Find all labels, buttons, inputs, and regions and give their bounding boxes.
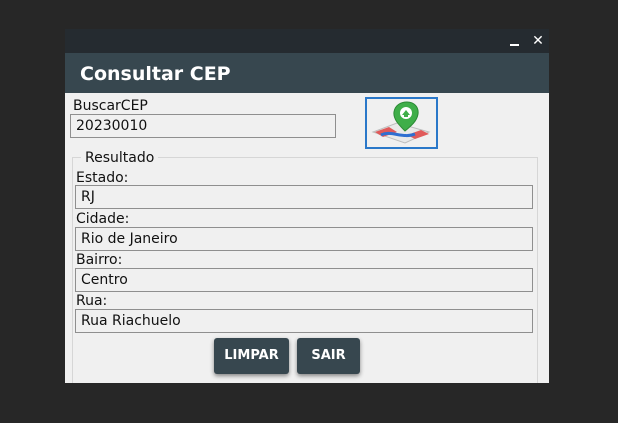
estado-field[interactable]: RJ bbox=[75, 185, 533, 209]
close-button[interactable]: ✕ bbox=[529, 32, 547, 50]
buscar-cep-label: BuscarCEP bbox=[73, 98, 148, 114]
cidade-field[interactable]: Rio de Janeiro bbox=[75, 227, 533, 251]
cep-input[interactable]: 20230010 bbox=[70, 114, 336, 138]
minimize-icon bbox=[510, 44, 519, 46]
minimize-button[interactable] bbox=[505, 32, 523, 50]
rua-label: Rua: bbox=[76, 293, 108, 309]
bairro-label: Bairro: bbox=[76, 252, 123, 268]
bairro-field[interactable]: Centro bbox=[75, 268, 533, 292]
consultar-cep-window: ✕ Consultar CEP BuscarCEP 20230010 Resul… bbox=[65, 29, 549, 383]
sair-button[interactable]: SAIR bbox=[297, 338, 360, 374]
close-icon: ✕ bbox=[532, 33, 544, 49]
map-pin-icon bbox=[371, 101, 431, 144]
search-logo-button[interactable] bbox=[365, 97, 438, 149]
estado-label: Estado: bbox=[76, 170, 129, 186]
rua-field[interactable]: Rua Riachuelo bbox=[75, 309, 533, 333]
header-bar: Consultar CEP bbox=[65, 53, 549, 93]
resultado-legend: Resultado bbox=[81, 150, 159, 166]
page-title: Consultar CEP bbox=[80, 63, 231, 85]
limpar-button[interactable]: LIMPAR bbox=[214, 338, 289, 374]
cidade-label: Cidade: bbox=[76, 211, 130, 227]
window-title-bar: ✕ bbox=[65, 29, 549, 53]
